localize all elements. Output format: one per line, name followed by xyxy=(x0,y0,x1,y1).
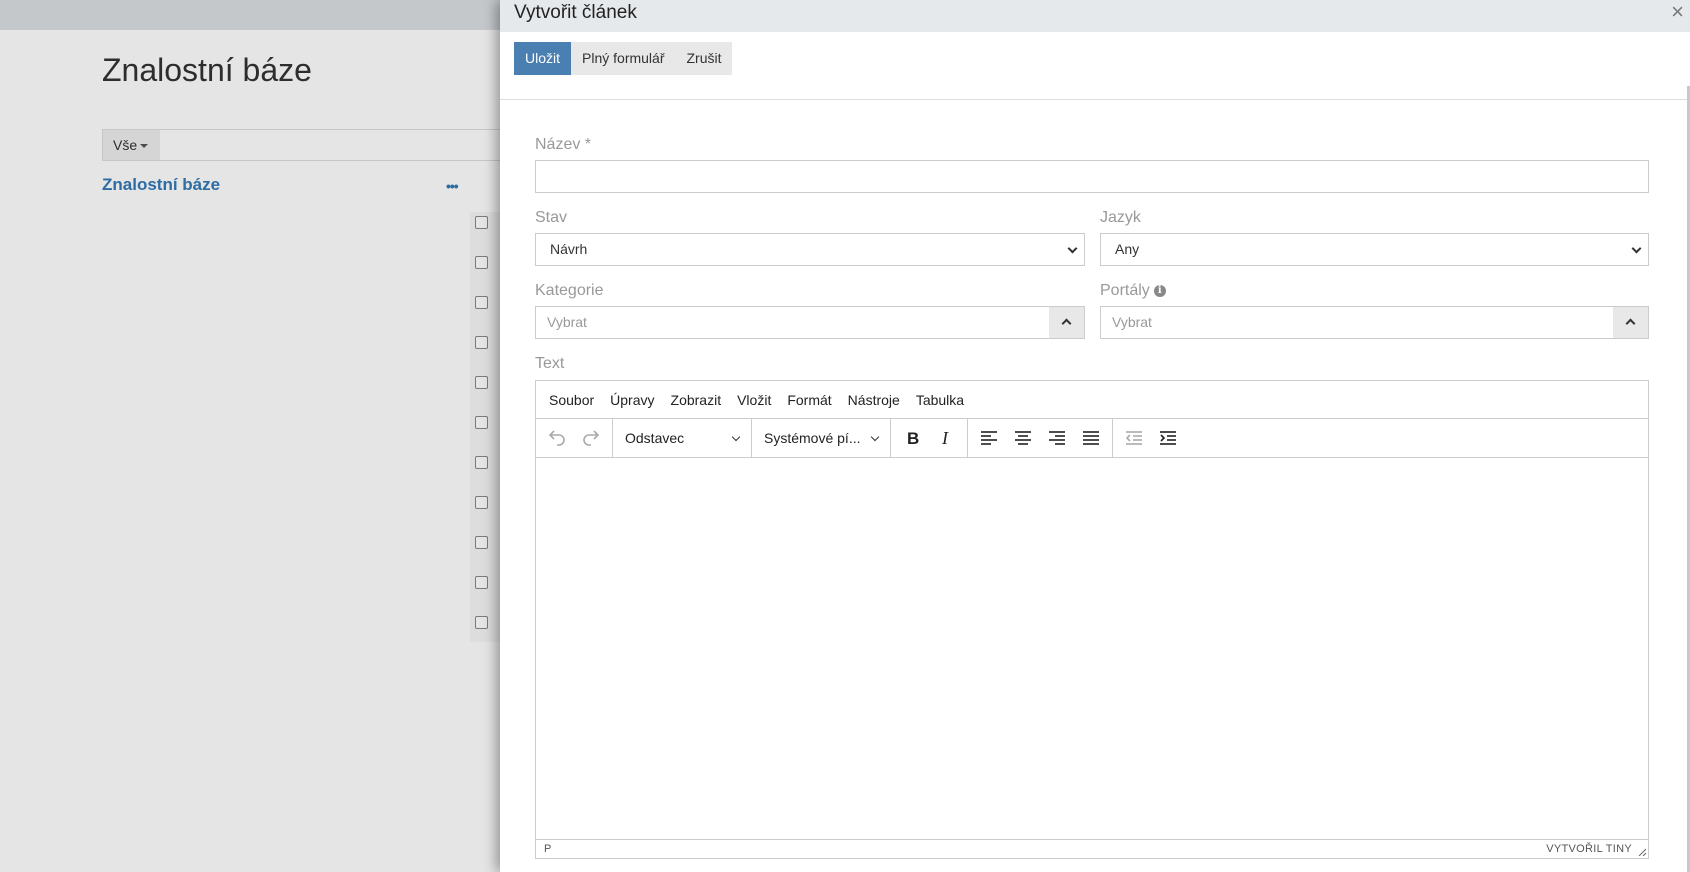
font-family-group: Systémové pí... xyxy=(752,418,891,458)
menu-file[interactable]: Soubor xyxy=(541,392,602,408)
formatting-group: B I xyxy=(891,418,968,458)
chevron-up-icon xyxy=(1061,318,1072,329)
editor-statusbar: P VYTVOŘIL TINY xyxy=(536,839,1648,858)
redo-icon xyxy=(583,430,600,446)
redo-button[interactable] xyxy=(574,423,608,453)
bold-icon: B xyxy=(907,429,919,448)
menu-tools[interactable]: Nástroje xyxy=(840,392,908,408)
font-family-dropdown[interactable]: Systémové pí... xyxy=(756,423,886,453)
close-icon[interactable]: × xyxy=(1671,0,1684,25)
italic-button[interactable]: I xyxy=(929,423,963,453)
align-right-button[interactable] xyxy=(1040,423,1074,453)
status-value: Návrh xyxy=(550,241,588,257)
rich-text-editor: Soubor Úpravy Zobrazit Vložit Formát Nás… xyxy=(535,380,1649,859)
editor-content-area[interactable] xyxy=(536,459,1648,840)
undo-icon xyxy=(548,430,565,446)
status-select[interactable]: Návrh xyxy=(535,233,1085,266)
name-label: Název * xyxy=(535,136,592,153)
block-format-value: Odstavec xyxy=(625,430,685,446)
cancel-button[interactable]: Zrušit xyxy=(675,42,732,75)
align-justify-button[interactable] xyxy=(1074,423,1108,453)
indent-icon xyxy=(1160,431,1176,445)
editor-menubar: Soubor Úpravy Zobrazit Vložit Formát Nás… xyxy=(536,381,1648,419)
modal-header: Vytvořit článek × xyxy=(500,0,1690,32)
save-button[interactable]: Uložit xyxy=(514,42,572,75)
portals-label: Portály i xyxy=(1100,282,1166,300)
portals-toggle-button[interactable] xyxy=(1613,307,1648,338)
chevron-down-icon xyxy=(1067,243,1078,254)
chevron-down-icon xyxy=(870,432,880,441)
menu-format[interactable]: Formát xyxy=(779,392,839,408)
indent-button[interactable] xyxy=(1151,423,1185,453)
font-family-value: Systémové pí... xyxy=(764,430,861,446)
indent-group xyxy=(1113,419,1189,458)
divider xyxy=(500,99,1690,100)
portals-select[interactable]: Vybrat xyxy=(1100,306,1649,339)
language-value: Any xyxy=(1115,241,1140,257)
editor-toolbar: Odstavec Systémové pí... B I xyxy=(536,418,1648,458)
text-label: Text xyxy=(535,355,565,372)
category-toggle-button[interactable] xyxy=(1049,307,1084,338)
chevron-up-icon xyxy=(1625,318,1636,329)
name-input[interactable] xyxy=(535,160,1649,193)
menu-table[interactable]: Tabulka xyxy=(908,392,972,408)
alignment-group xyxy=(968,418,1113,458)
create-article-modal: Vytvořit článek × Uložit Plný formulář Z… xyxy=(500,0,1690,872)
align-right-icon xyxy=(1049,431,1065,445)
language-select[interactable]: Any xyxy=(1100,233,1649,266)
align-justify-icon xyxy=(1083,431,1099,445)
undo-button[interactable] xyxy=(540,423,574,453)
category-select[interactable]: Vybrat xyxy=(535,306,1085,339)
menu-edit[interactable]: Úpravy xyxy=(602,392,662,408)
info-icon[interactable]: i xyxy=(1153,284,1166,297)
portals-placeholder: Vybrat xyxy=(1112,314,1152,330)
category-placeholder: Vybrat xyxy=(547,314,587,330)
align-left-icon xyxy=(981,431,997,445)
full-form-button[interactable]: Plný formulář xyxy=(571,42,675,75)
bold-button[interactable]: B xyxy=(895,423,929,453)
italic-icon: I xyxy=(941,428,949,448)
category-label: Kategorie xyxy=(535,282,604,299)
svg-text:I: I xyxy=(941,428,949,448)
tiny-branding-link[interactable]: VYTVOŘIL TINY xyxy=(1546,843,1632,855)
outdent-button[interactable] xyxy=(1117,423,1151,453)
language-label: Jazyk xyxy=(1100,209,1141,226)
svg-text:B: B xyxy=(907,429,919,448)
block-format-group: Odstavec xyxy=(613,418,752,458)
resize-handle-icon[interactable] xyxy=(1638,848,1646,856)
history-group xyxy=(536,418,613,458)
element-path[interactable]: P xyxy=(544,843,551,855)
chevron-down-icon xyxy=(731,432,741,441)
menu-view[interactable]: Zobrazit xyxy=(663,392,730,408)
chevron-down-icon xyxy=(1631,243,1642,254)
status-label: Stav xyxy=(535,209,568,226)
outdent-icon xyxy=(1125,431,1142,445)
align-center-button[interactable] xyxy=(1006,423,1040,453)
action-buttons: Uložit Plný formulář Zrušit xyxy=(514,42,733,75)
block-format-dropdown[interactable]: Odstavec xyxy=(617,423,747,453)
align-left-button[interactable] xyxy=(972,423,1006,453)
portals-label-text: Portály xyxy=(1100,282,1150,299)
modal-title: Vytvořit článek xyxy=(514,2,637,23)
menu-insert[interactable]: Vložit xyxy=(729,392,779,408)
align-center-icon xyxy=(1015,431,1031,445)
